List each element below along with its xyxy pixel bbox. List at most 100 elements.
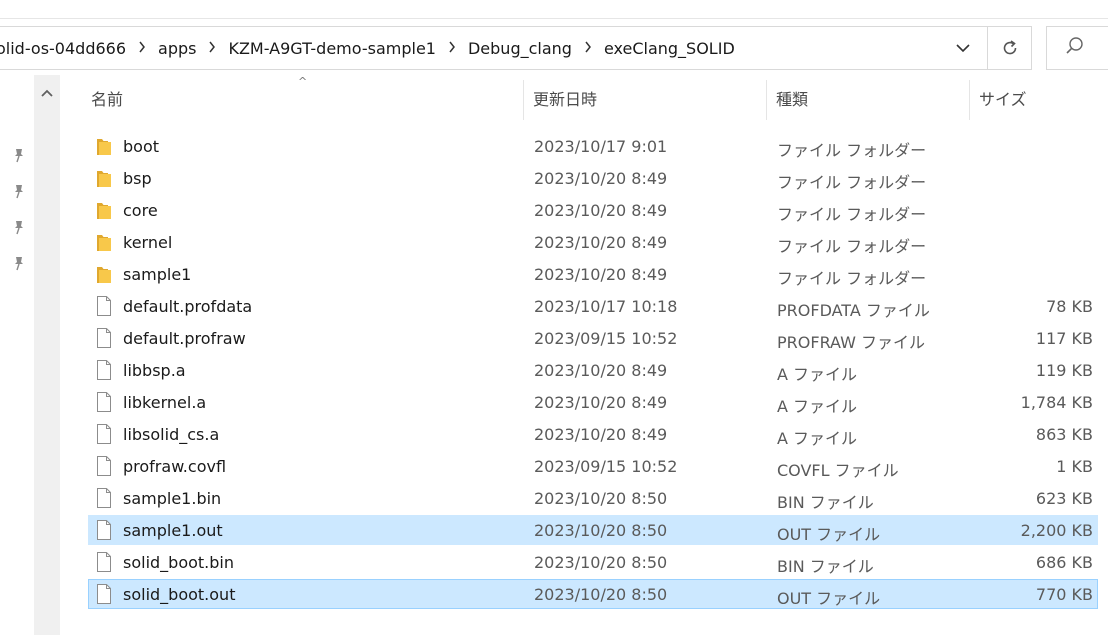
pin-icon[interactable] <box>11 183 27 199</box>
modified-date: 2023/10/20 8:49 <box>534 265 668 284</box>
chevron-right-icon[interactable] <box>442 41 462 56</box>
file-name: libsolid_cs.a <box>123 425 220 444</box>
file-row[interactable]: libbsp.a 2023/10/20 8:49 A ファイル 119 KB <box>88 355 1098 385</box>
folder-row[interactable]: boot 2023/10/17 9:01 ファイル フォルダー <box>88 131 1098 161</box>
file-type: ファイル フォルダー <box>777 141 927 160</box>
file-icon <box>96 552 112 572</box>
file-size: 1 KB <box>1056 457 1093 476</box>
scroll-up-button[interactable] <box>34 81 60 105</box>
file-size: 117 KB <box>1035 329 1093 348</box>
file-name: boot <box>123 137 160 156</box>
folder-row[interactable]: kernel 2023/10/20 8:49 ファイル フォルダー <box>88 227 1098 257</box>
file-row[interactable]: solid_boot.bin 2023/10/20 8:50 BIN ファイル 686… <box>88 547 1098 577</box>
file-icon <box>96 328 112 348</box>
file-type: BIN ファイル <box>777 557 874 576</box>
address-bar[interactable]: olid-os-04dd666 apps KZM-A9GT-demo-sample1… <box>0 26 1032 70</box>
up-arrow-icon[interactable]: ^ <box>0 0 12 8</box>
file-name: sample1.bin <box>123 489 222 508</box>
file-list: ^ 名前 更新日時 種類 サイズ boot 2023/10/17 9:01 ファイル… <box>60 75 1108 635</box>
file-type: A ファイル <box>777 365 858 384</box>
file-type: PROFRAW ファイル <box>777 333 926 352</box>
breadcrumb: olid-os-04dd666 apps KZM-A9GT-demo-sample1… <box>0 27 940 69</box>
search-input[interactable] <box>1046 26 1108 70</box>
file-row[interactable]: libkernel.a 2023/10/20 8:49 A ファイル 1,784 KB <box>88 387 1098 417</box>
chevron-right-icon[interactable] <box>132 41 152 56</box>
modified-date: 2023/10/17 10:18 <box>534 297 678 316</box>
column-header-name[interactable]: 名前 <box>91 75 123 121</box>
modified-date: 2023/10/20 8:50 <box>534 585 668 604</box>
column-headers: ^ 名前 更新日時 種類 サイズ <box>60 75 1108 121</box>
file-name: libbsp.a <box>123 361 186 380</box>
file-size: 78 KB <box>1046 297 1093 316</box>
chevron-right-icon[interactable] <box>202 41 222 56</box>
file-type: ファイル フォルダー <box>777 269 927 288</box>
file-icon <box>96 584 112 604</box>
breadcrumb-item[interactable]: apps <box>152 39 202 58</box>
column-header-type[interactable]: 種類 <box>776 75 808 121</box>
file-size: 863 KB <box>1035 425 1093 444</box>
navigation-pane <box>0 75 34 635</box>
file-type: PROFDATA ファイル <box>777 301 930 320</box>
breadcrumb-item[interactable]: exeClang_SOLID <box>598 39 741 58</box>
folder-icon <box>96 136 112 156</box>
pin-icon[interactable] <box>11 255 27 271</box>
file-type: OUT ファイル <box>777 525 881 544</box>
chevron-right-icon[interactable] <box>578 41 598 56</box>
window-top-edge: ^ <box>0 0 1108 20</box>
chevron-down-icon[interactable] <box>941 27 985 69</box>
top-divider <box>0 18 1108 19</box>
breadcrumb-item[interactable]: Debug_clang <box>462 39 578 58</box>
column-header-date[interactable]: 更新日時 <box>533 75 597 121</box>
file-size: 686 KB <box>1035 553 1093 572</box>
modified-date: 2023/10/20 8:49 <box>534 201 668 220</box>
pin-icon[interactable] <box>11 147 27 163</box>
modified-date: 2023/10/17 9:01 <box>534 137 668 156</box>
file-row[interactable]: profraw.covfl 2023/09/15 10:52 COVFL ファイル 1… <box>88 451 1098 481</box>
file-row[interactable]: libsolid_cs.a 2023/10/20 8:49 A ファイル 863 KB <box>88 419 1098 449</box>
breadcrumb-item[interactable]: olid-os-04dd666 <box>0 39 132 58</box>
column-header-size[interactable]: サイズ <box>979 75 1027 121</box>
folder-row[interactable]: bsp 2023/10/20 8:49 ファイル フォルダー <box>88 163 1098 193</box>
folder-icon <box>96 168 112 188</box>
modified-date: 2023/10/20 8:50 <box>534 489 668 508</box>
file-size: 1,784 KB <box>1020 393 1093 412</box>
file-row[interactable]: solid_boot.out 2023/10/20 8:50 OUT ファイル 770… <box>88 579 1098 609</box>
pin-icon[interactable] <box>11 219 27 235</box>
file-type: A ファイル <box>777 429 858 448</box>
vertical-scrollbar[interactable] <box>34 75 60 635</box>
file-icon <box>96 360 112 380</box>
folder-row[interactable]: sample1 2023/10/20 8:49 ファイル フォルダー <box>88 259 1098 289</box>
file-row[interactable]: sample1.bin 2023/10/20 8:50 BIN ファイル 623 KB <box>88 483 1098 513</box>
modified-date: 2023/10/20 8:49 <box>534 425 668 444</box>
file-type: ファイル フォルダー <box>777 205 927 224</box>
breadcrumb-item[interactable]: KZM-A9GT-demo-sample1 <box>222 39 442 58</box>
file-row[interactable]: sample1.out 2023/10/20 8:50 OUT ファイル 2,200 … <box>88 515 1098 545</box>
file-icon <box>96 488 112 508</box>
file-type: A ファイル <box>777 397 858 416</box>
column-divider[interactable] <box>523 80 524 120</box>
file-name: default.profraw <box>123 329 246 348</box>
search-icon[interactable] <box>1065 36 1085 60</box>
file-row[interactable]: default.profraw 2023/09/15 10:52 PROFRAW フ… <box>88 323 1098 353</box>
column-divider[interactable] <box>969 80 970 120</box>
modified-date: 2023/10/20 8:49 <box>534 233 668 252</box>
modified-date: 2023/10/20 8:49 <box>534 393 668 412</box>
folder-row[interactable]: core 2023/10/20 8:49 ファイル フォルダー <box>88 195 1098 225</box>
file-type: OUT ファイル <box>777 589 881 608</box>
modified-date: 2023/09/15 10:52 <box>534 457 678 476</box>
file-row[interactable]: default.profdata 2023/10/17 10:18 PROFDATA… <box>88 291 1098 321</box>
file-name: solid_boot.bin <box>123 553 235 572</box>
file-name: kernel <box>123 233 173 252</box>
file-size: 119 KB <box>1035 361 1093 380</box>
file-name: default.profdata <box>123 297 253 316</box>
folder-icon <box>96 264 112 284</box>
file-icon <box>96 296 112 316</box>
modified-date: 2023/10/20 8:49 <box>534 169 668 188</box>
column-divider[interactable] <box>766 80 767 120</box>
folder-icon <box>96 232 112 252</box>
refresh-icon[interactable] <box>987 27 1031 69</box>
modified-date: 2023/10/20 8:50 <box>534 553 668 572</box>
file-name: bsp <box>123 169 152 188</box>
file-name: profraw.covfl <box>123 457 227 476</box>
file-size: 2,200 KB <box>1020 521 1093 540</box>
